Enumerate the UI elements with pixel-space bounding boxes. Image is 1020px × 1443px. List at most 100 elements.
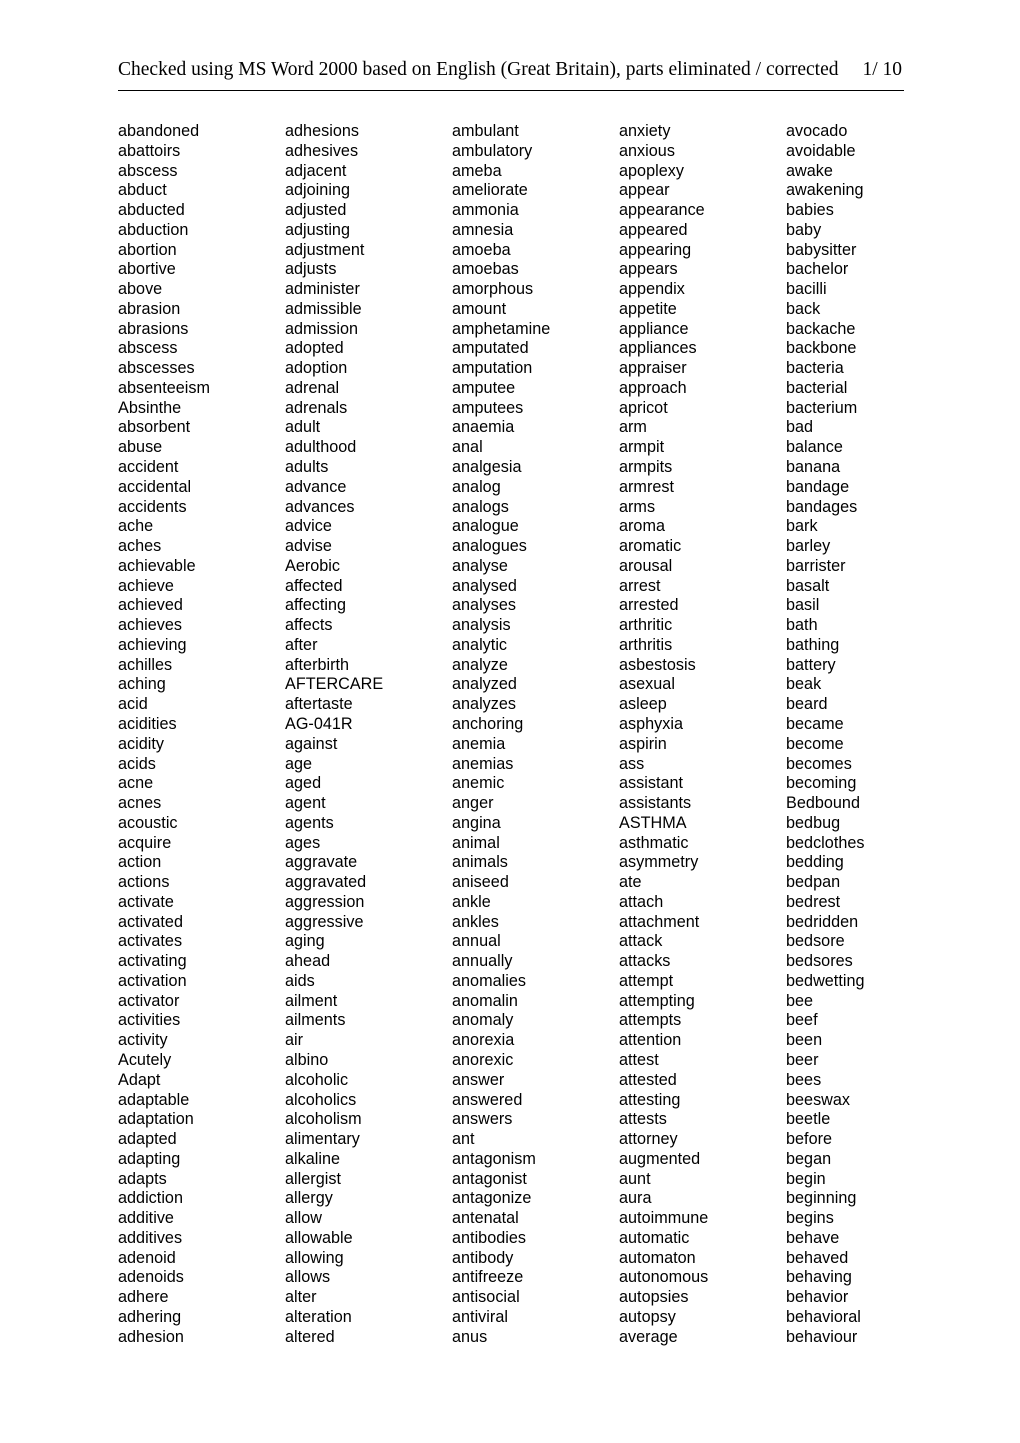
word-entry: ambulatory [452, 141, 533, 160]
word-entry: analogues [452, 537, 527, 556]
word-entry: bedding [786, 853, 844, 872]
word-entry: acne [118, 774, 154, 793]
word-entry: armrest [619, 477, 675, 496]
word-list-columns: abandoned abattoirs abscess abduct abducted a… [118, 122, 908, 1347]
word-entry: annual [452, 932, 501, 951]
word-entry: adjacent [285, 161, 347, 180]
word-entry: ages [285, 833, 321, 852]
word-entry: analyzed [452, 675, 517, 694]
word-entry: appeared [619, 220, 688, 239]
word-entry: asthmatic [619, 833, 689, 852]
word-entry: balance [786, 438, 843, 457]
word-entry: beeswax [786, 1090, 851, 1109]
word-entry: analyse [452, 556, 508, 575]
word-entry: beer [786, 1050, 819, 1069]
word-entry: antagonize [452, 1189, 532, 1208]
word-entry: attacks [619, 952, 671, 971]
word-entry: alkaline [285, 1149, 341, 1168]
word-entry: anus [452, 1327, 488, 1346]
word-entry: armpit [619, 438, 665, 457]
word-entry: awakening [786, 181, 864, 200]
word-entry: anomalin [452, 991, 518, 1010]
word-entry: adoption [285, 359, 348, 378]
word-entry: babysitter [786, 240, 857, 259]
word-entry: amoeba [452, 240, 511, 259]
word-entry: alcoholism [285, 1110, 362, 1129]
word-entry: basil [786, 596, 820, 615]
word-entry: aunt [619, 1169, 651, 1188]
word-entry: ate [619, 873, 642, 892]
word-entry: began [786, 1149, 832, 1168]
word-entry: anorexia [452, 1031, 515, 1050]
word-entry: barley [786, 537, 831, 556]
word-entry: asleep [619, 695, 667, 714]
word-entry: Bedbound [786, 794, 860, 813]
word-entry: appearing [619, 240, 692, 259]
word-entry: answered [452, 1090, 523, 1109]
word-entry: apricot [619, 398, 668, 417]
page-header: Checked using MS Word 2000 based on Engl… [118, 56, 904, 91]
word-entry: armpits [619, 458, 673, 477]
word-entry: antibody [452, 1248, 514, 1267]
word-entry: anger [452, 794, 494, 813]
word-entry: answer [452, 1070, 505, 1089]
word-entry: acoustic [118, 813, 178, 832]
word-entry: attempt [619, 971, 674, 990]
word-entry: achievable [118, 556, 196, 575]
word-entry: abrasion [118, 299, 181, 318]
word-entry: appendix [619, 280, 685, 299]
word-entry: backache [786, 319, 856, 338]
word-entry: ahead [285, 952, 331, 971]
word-entry: bacterium [786, 398, 858, 417]
word-entry: absenteeism [118, 378, 211, 397]
word-entry: anxiety [619, 122, 671, 140]
word-entry: behaved [786, 1248, 849, 1267]
column-4: anxiety anxious apoplexy appear appearance ap… [619, 122, 786, 1347]
word-entry: alimentary [285, 1130, 360, 1149]
word-entry: bedridden [786, 912, 859, 931]
word-entry: amorphous [452, 280, 534, 299]
word-entry: analgesia [452, 458, 522, 477]
word-entry: activate [118, 892, 174, 911]
word-entry: allergist [285, 1169, 341, 1188]
word-entry: agents [285, 813, 334, 832]
word-entry: aged [285, 774, 322, 793]
word-entry: adjusted [285, 201, 347, 220]
word-entry: alter [285, 1288, 317, 1307]
word-entry: adults [285, 458, 329, 477]
word-entry: activation [118, 971, 187, 990]
word-entry: adult [285, 418, 321, 437]
word-entry: begin [786, 1169, 826, 1188]
word-entry: adhere [118, 1288, 169, 1307]
word-entry: anomaly [452, 1011, 514, 1030]
word-entry: before [786, 1130, 833, 1149]
word-entry: alcoholic [285, 1070, 349, 1089]
word-entry: adrenal [285, 378, 340, 397]
word-entry: AFTERCARE [285, 675, 384, 694]
word-entry: abduct [118, 181, 167, 200]
word-entry: ailments [285, 1011, 346, 1030]
word-entry: aspirin [619, 734, 667, 753]
word-entry: afterbirth [285, 655, 350, 674]
word-entry: amputees [452, 398, 524, 417]
word-entry: bandages [786, 497, 858, 516]
word-entry: appraiser [619, 359, 687, 378]
word-entry: bacilli [786, 280, 827, 299]
column-3: ambulant ambulatory ameba ameliorate ammonia… [452, 122, 619, 1347]
word-entry: analogue [452, 517, 519, 536]
word-entry: allowing [285, 1248, 344, 1267]
word-entry: anal [452, 438, 483, 457]
word-entry: antifreeze [452, 1268, 524, 1287]
word-entry: aniseed [452, 873, 509, 892]
word-entry: above [118, 280, 163, 299]
word-entry: angina [452, 813, 501, 832]
word-entry: aging [285, 932, 325, 951]
word-entry: attack [619, 932, 663, 951]
word-entry: attention [619, 1031, 682, 1050]
word-entry: activities [118, 1011, 181, 1030]
word-entry: adhering [118, 1307, 182, 1326]
word-entry: air [285, 1031, 304, 1050]
word-entry: answers [452, 1110, 513, 1129]
word-entry: affecting [285, 596, 347, 615]
word-entry: aroma [619, 517, 665, 536]
